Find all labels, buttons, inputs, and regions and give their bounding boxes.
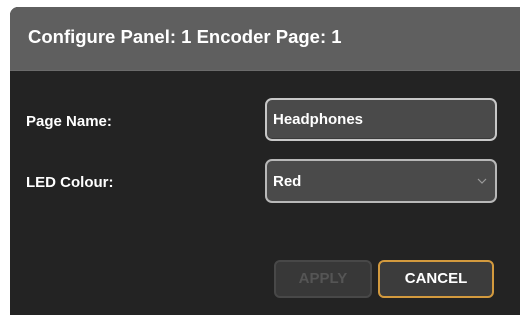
dialog-header: Configure Panel: 1 Encoder Page: 1 [10,7,520,71]
led-colour-select[interactable]: Red [265,159,497,203]
dialog-title: Configure Panel: 1 Encoder Page: 1 [28,26,342,47]
apply-button[interactable]: APPLY [274,260,372,298]
led-colour-label: LED Colour: [26,174,114,191]
page-name-input[interactable] [265,98,497,141]
chevron-down-icon [477,178,487,184]
configure-panel-dialog: Configure Panel: 1 Encoder Page: 1 Page … [10,7,520,315]
page-name-label: Page Name: [26,113,112,130]
led-colour-selected-value: Red [273,173,302,190]
cancel-button[interactable]: CANCEL [378,260,494,298]
